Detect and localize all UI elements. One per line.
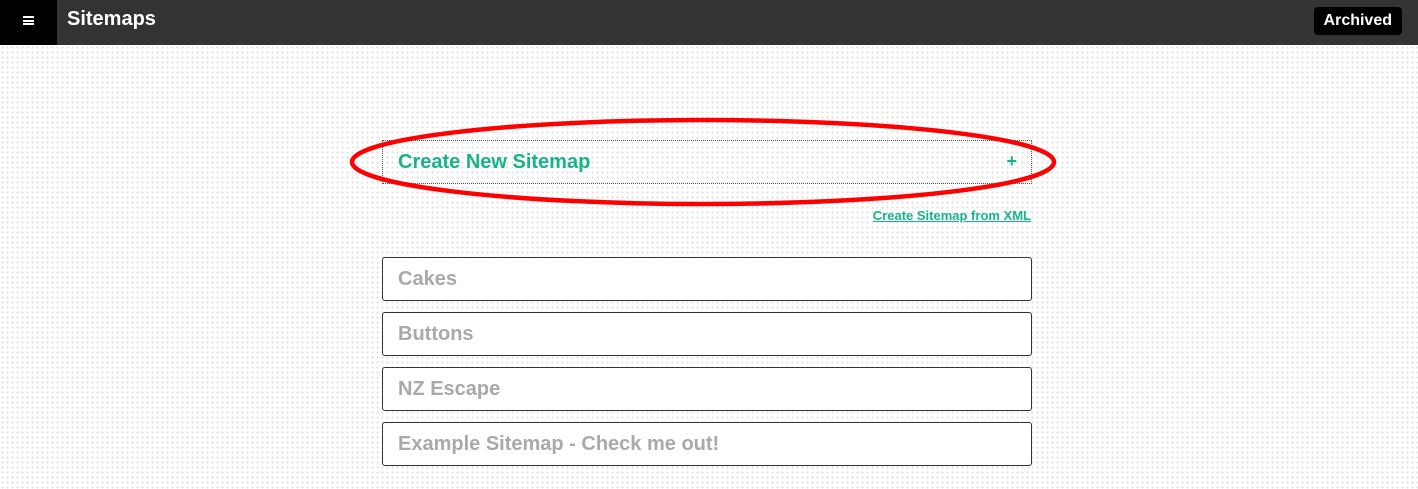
sitemap-item-cakes[interactable]: Cakes [382,257,1032,301]
hamburger-icon [23,16,34,25]
create-from-xml-link[interactable]: Create Sitemap from XML [873,208,1031,223]
sitemap-list: Cakes Buttons NZ Escape Example Sitemap … [382,257,1032,477]
sitemap-item-buttons[interactable]: Buttons [382,312,1032,356]
page-title: Sitemaps [67,8,156,30]
menu-button[interactable] [0,0,57,45]
sitemap-item-example[interactable]: Example Sitemap - Check me out! [382,422,1032,466]
plus-icon: + [1006,151,1017,171]
archived-button[interactable]: Archived [1313,7,1402,35]
sitemap-item-nz-escape[interactable]: NZ Escape [382,367,1032,411]
top-bar: Sitemaps Archived [0,0,1418,45]
create-new-sitemap-label: Create New Sitemap [398,151,591,173]
create-new-sitemap-button[interactable]: Create New Sitemap + [382,140,1032,184]
